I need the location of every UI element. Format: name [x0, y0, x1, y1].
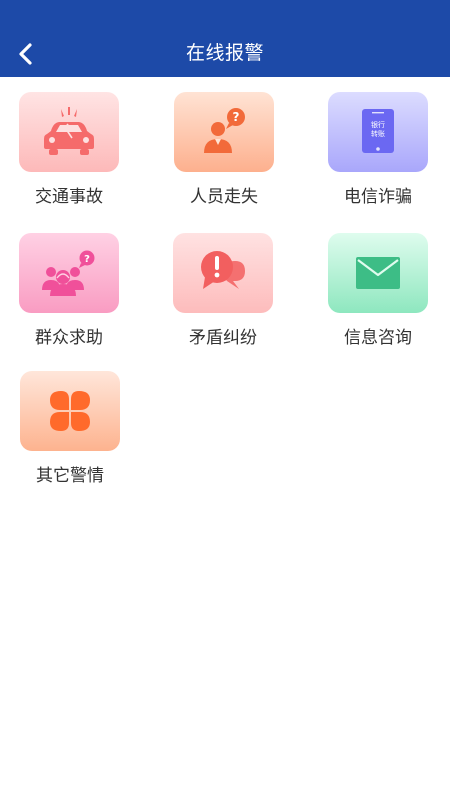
mail-icon	[356, 257, 400, 289]
missing-person-icon: ?	[204, 108, 245, 153]
icon-tile: 银行 转账	[328, 92, 428, 172]
svg-text:?: ?	[84, 254, 90, 265]
category-traffic-accident[interactable]: 交通事故	[5, 92, 133, 212]
clover-icon	[50, 391, 90, 431]
svg-text:?: ?	[233, 110, 240, 124]
icon-tile	[20, 371, 120, 451]
category-label: 矛盾纠纷	[189, 328, 257, 348]
category-info-inquiry[interactable]: 信息咨询	[314, 233, 442, 353]
header-bar: 在线报警	[0, 0, 450, 77]
category-label: 人员走失	[190, 187, 258, 207]
category-label: 信息咨询	[344, 328, 412, 348]
category-dispute[interactable]: 矛盾纠纷	[159, 233, 287, 353]
people-help-icon: ?	[42, 250, 95, 296]
svg-text:银行: 银行	[371, 120, 385, 129]
category-other-alarm[interactable]: 其它警情	[6, 371, 134, 491]
category-label: 电信诈骗	[344, 187, 412, 207]
icon-tile: ?	[174, 92, 274, 172]
category-label: 其它警情	[36, 466, 104, 486]
car-crash-icon	[44, 107, 94, 155]
category-label: 群众求助	[35, 328, 103, 348]
category-missing-person[interactable]: ? 人员走失	[160, 92, 288, 212]
category-telecom-fraud[interactable]: 银行 转账 电信诈骗	[314, 92, 442, 212]
icon-tile	[19, 92, 119, 172]
icon-tile: ?	[19, 233, 119, 313]
category-label: 交通事故	[35, 187, 103, 207]
phone-bank-transfer-icon: 银行 转账	[362, 109, 394, 153]
dispute-chat-icon	[201, 251, 245, 289]
icon-tile	[328, 233, 428, 313]
svg-text:转账: 转账	[371, 129, 385, 138]
page-title: 在线报警	[185, 42, 264, 64]
icon-tile	[173, 233, 273, 313]
category-public-help[interactable]: ? 群众求助	[5, 233, 133, 353]
